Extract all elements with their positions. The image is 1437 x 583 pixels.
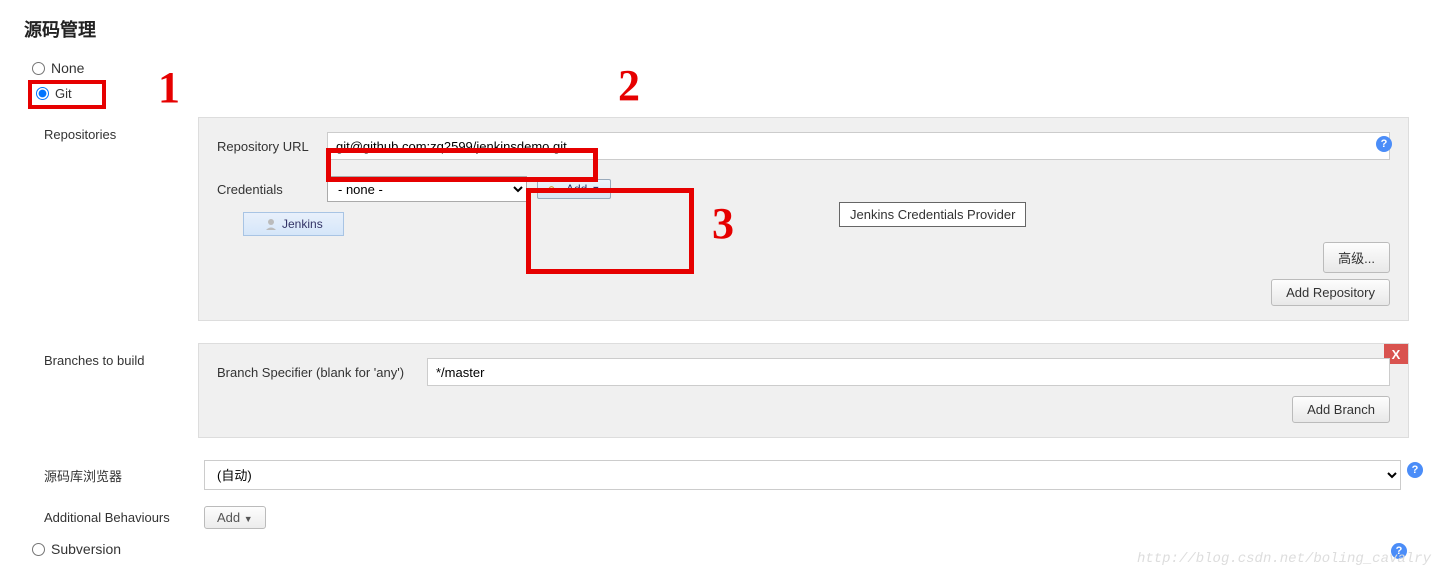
scm-git-label: Git: [55, 86, 72, 101]
scm-subversion-radio[interactable]: [32, 543, 45, 556]
branch-specifier-label: Branch Specifier (blank for 'any'): [217, 365, 427, 380]
help-icon[interactable]: ?: [1407, 462, 1423, 478]
section-title: 源码管理: [24, 16, 1429, 42]
scm-none-radio[interactable]: [32, 62, 45, 75]
repositories-label: Repositories: [44, 127, 198, 142]
add-behaviour-button[interactable]: Add ▼: [204, 506, 266, 529]
repo-browser-select[interactable]: (自动): [204, 460, 1401, 490]
scm-git-radio[interactable]: [36, 87, 49, 100]
jenkins-provider-option[interactable]: Jenkins: [243, 212, 344, 236]
repo-browser-label: 源码库浏览器: [44, 466, 204, 485]
scm-none-label: None: [51, 60, 84, 76]
add-repository-button[interactable]: Add Repository: [1271, 279, 1390, 306]
credentials-tooltip: Jenkins Credentials Provider: [839, 202, 1026, 227]
scm-none-row[interactable]: None: [8, 56, 1429, 80]
add-branch-button[interactable]: Add Branch: [1292, 396, 1390, 423]
help-icon[interactable]: ?: [1376, 136, 1392, 152]
repo-url-label: Repository URL: [217, 139, 327, 154]
jenkins-icon: [264, 217, 278, 231]
add-credentials-button[interactable]: Add▼: [537, 179, 611, 199]
branch-specifier-input[interactable]: [427, 358, 1390, 386]
additional-behaviours-label: Additional Behaviours: [44, 510, 204, 525]
repo-url-input[interactable]: [327, 132, 1390, 160]
repositories-panel: Repository URL ? Credentials - none - Ad…: [198, 117, 1409, 321]
credentials-select[interactable]: - none -: [327, 176, 527, 202]
credentials-label: Credentials: [217, 182, 327, 197]
key-icon: [548, 184, 562, 194]
branches-panel: X Branch Specifier (blank for 'any') Add…: [198, 343, 1409, 438]
scm-git-row[interactable]: Git: [28, 80, 106, 109]
scm-subversion-label: Subversion: [51, 541, 121, 557]
advanced-button[interactable]: 高级...: [1323, 242, 1390, 273]
watermark: http://blog.csdn.net/boling_cavalry: [1137, 551, 1431, 567]
branches-label: Branches to build: [44, 353, 198, 368]
